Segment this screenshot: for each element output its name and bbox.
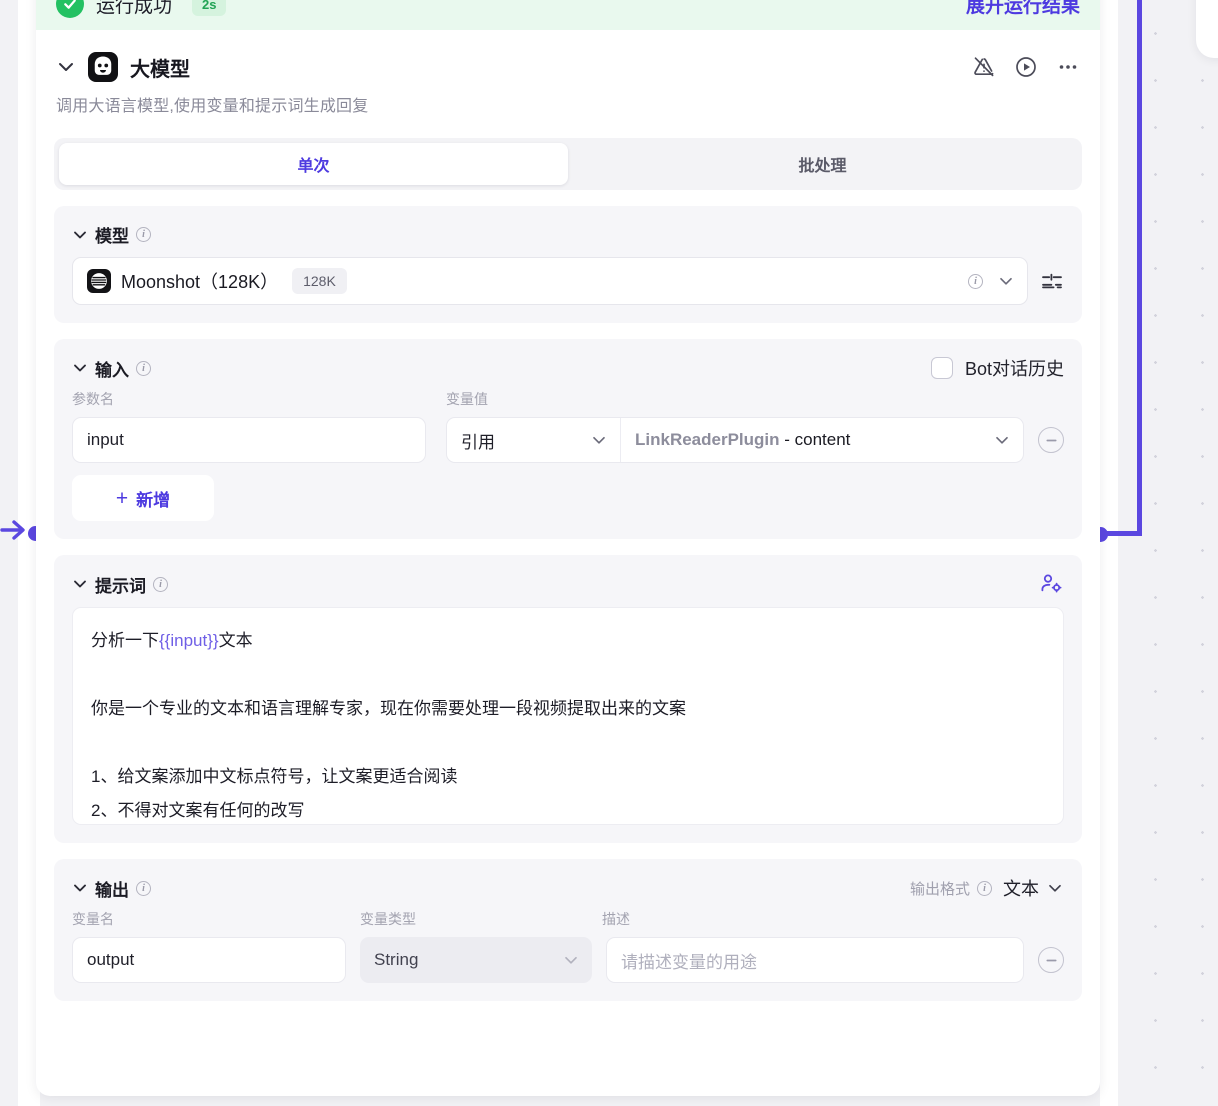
run-status-banner: 运行成功 2s 展开运行结果 [36,0,1100,30]
mode-tabs[interactable]: 单次 批处理 [54,138,1082,190]
param-name-input[interactable]: input [72,417,426,463]
model-selector[interactable]: Moonshot（128K） 128K i [72,257,1028,305]
output-panel: 输出 i 输出格式 i 文本 变量名 变量类型 描述 output String… [54,859,1082,1001]
page-title: 大模型 [130,58,190,81]
column-variable-type: 变量类型 [360,911,416,927]
output-description-input[interactable]: 请描述变量的用途 [606,937,1024,983]
llm-node-avatar-icon [88,52,118,82]
run-duration-badge: 2s [192,0,227,16]
check-circle-icon [56,0,84,18]
context-length-badge: 128K [292,268,347,294]
warning-off-icon[interactable] [972,55,996,79]
prompt-variable-token: {{input}} [159,631,219,650]
output-panel-header: 输出 i 输出格式 i 文本 [72,875,1064,901]
output-variable-row: output String 请描述变量的用途 [72,937,1064,983]
bot-history-label: Bot对话历史 [964,359,1064,379]
output-variable-name-input[interactable]: output [72,937,346,983]
workflow-canvas[interactable]: 运行成功 2s 展开运行结果 大模型 调用大语言模型,使用变量和提示词生成回复 … [0,0,1218,1106]
model-panel: 模型 i Moonshot（128K） 128K i [54,206,1082,323]
tab-single-run[interactable]: 单次 [59,143,568,185]
input-column-labels: 参数名 变量值 [72,389,1064,409]
info-icon[interactable]: i [968,273,983,289]
info-icon[interactable]: i [136,227,151,242]
bot-history-checkbox[interactable] [930,357,953,379]
output-column-labels: 变量名 变量类型 描述 [72,909,1064,929]
edge-horizontal-segment [1100,531,1142,536]
add-input-param-button[interactable]: + 新增 [72,475,214,521]
reference-separator: - [779,430,795,449]
chevron-down-icon[interactable] [72,576,88,592]
reference-field-name: content [794,430,851,449]
prompt-body: 你是一个专业的文本和语言理解专家，现在你需要处理一段视频提取出来的文案 1、给文… [91,699,686,820]
column-variable-value: 变量值 [446,391,488,407]
edge-vertical-segment [1137,0,1142,534]
reference-value-select[interactable]: LinkReaderPlugin - content [621,418,1023,462]
node-header-actions [972,55,1080,79]
chevron-down-icon [562,951,580,969]
chevron-down-icon[interactable] [1046,879,1064,897]
variable-value-group: 引用 LinkReaderPlugin - content [446,417,1024,463]
chevron-down-icon [590,431,608,449]
info-icon[interactable]: i [136,360,151,376]
remove-output-row-button[interactable] [1038,947,1064,973]
info-icon[interactable]: i [153,576,168,592]
persona-settings-icon[interactable] [1038,571,1064,597]
more-options-icon[interactable] [1056,55,1080,79]
run-status-label: 运行成功 [96,0,173,17]
prompt-panel: 提示词 i 分析一下{{input}}文本 你是一个专业的文本和语言理解专家，现… [54,555,1082,843]
node-description: 调用大语言模型,使用变量和提示词生成回复 [56,98,369,115]
chevron-down-icon[interactable] [72,360,88,376]
info-icon[interactable]: i [977,880,992,896]
model-name-label: Moonshot（128K） [121,272,279,292]
prompt-panel-header: 提示词 i [72,571,1064,597]
adjacent-node-card[interactable] [1196,0,1218,58]
expand-run-result-link[interactable]: 展开运行结果 [966,0,1080,24]
prompt-line1-after: 文本 [218,631,253,650]
input-panel-header: 输入 i Bot对话历史 [72,355,1064,381]
reference-type-select[interactable]: 引用 [447,418,621,462]
node-header: 大模型 [36,30,1100,82]
chevron-down-icon [993,431,1011,449]
output-format-value: 文本 [1003,879,1039,899]
column-description: 描述 [602,911,630,927]
input-panel-title: 输入 [95,360,129,380]
plus-icon: + [115,486,129,510]
reference-type-value: 引用 [461,432,495,452]
chevron-down-icon[interactable] [72,227,88,243]
canvas-right-gutter [1100,0,1118,1106]
llm-node-card[interactable]: 运行成功 2s 展开运行结果 大模型 调用大语言模型,使用变量和提示词生成回复 … [36,0,1100,1096]
run-node-icon[interactable] [1014,55,1038,79]
model-settings-sliders-icon[interactable] [1040,269,1064,293]
column-param-name: 参数名 [72,391,114,407]
tab-batch[interactable]: 批处理 [568,143,1077,185]
moonshot-logo-icon [87,269,111,293]
output-variable-type-select[interactable]: String [360,937,592,983]
input-arrow-icon [0,515,28,545]
add-input-param-label: 新增 [136,490,171,510]
model-selector-actions: i [968,272,1015,290]
model-row: Moonshot（128K） 128K i [72,257,1064,305]
run-status-group: 运行成功 2s [56,0,227,24]
output-format-control[interactable]: 输出格式 i 文本 [910,875,1064,901]
output-panel-title: 输出 [95,880,129,900]
output-format-label: 输出格式 [909,880,970,898]
input-panel: 输入 i Bot对话历史 参数名 变量值 input 引用 LinkReader… [54,339,1082,539]
bot-history-toggle[interactable]: Bot对话历史 [930,355,1064,381]
output-variable-type-value: String [374,950,419,969]
info-icon[interactable]: i [136,880,151,896]
model-panel-header: 模型 i [72,222,1064,247]
reference-plugin-name: LinkReaderPlugin [635,430,780,449]
prompt-textarea[interactable]: 分析一下{{input}}文本 你是一个专业的文本和语言理解专家，现在你需要处理… [72,607,1064,825]
input-param-row: input 引用 LinkReaderPlugin - content [72,417,1064,463]
remove-input-row-button[interactable] [1038,427,1064,453]
column-variable-name: 变量名 [72,911,114,927]
prompt-panel-title: 提示词 [95,576,146,596]
model-panel-title: 模型 [95,227,129,246]
prompt-line1-before: 分析一下 [91,631,159,650]
chevron-down-icon[interactable] [56,57,76,77]
chevron-down-icon[interactable] [72,880,88,896]
chevron-down-icon[interactable] [997,272,1015,290]
